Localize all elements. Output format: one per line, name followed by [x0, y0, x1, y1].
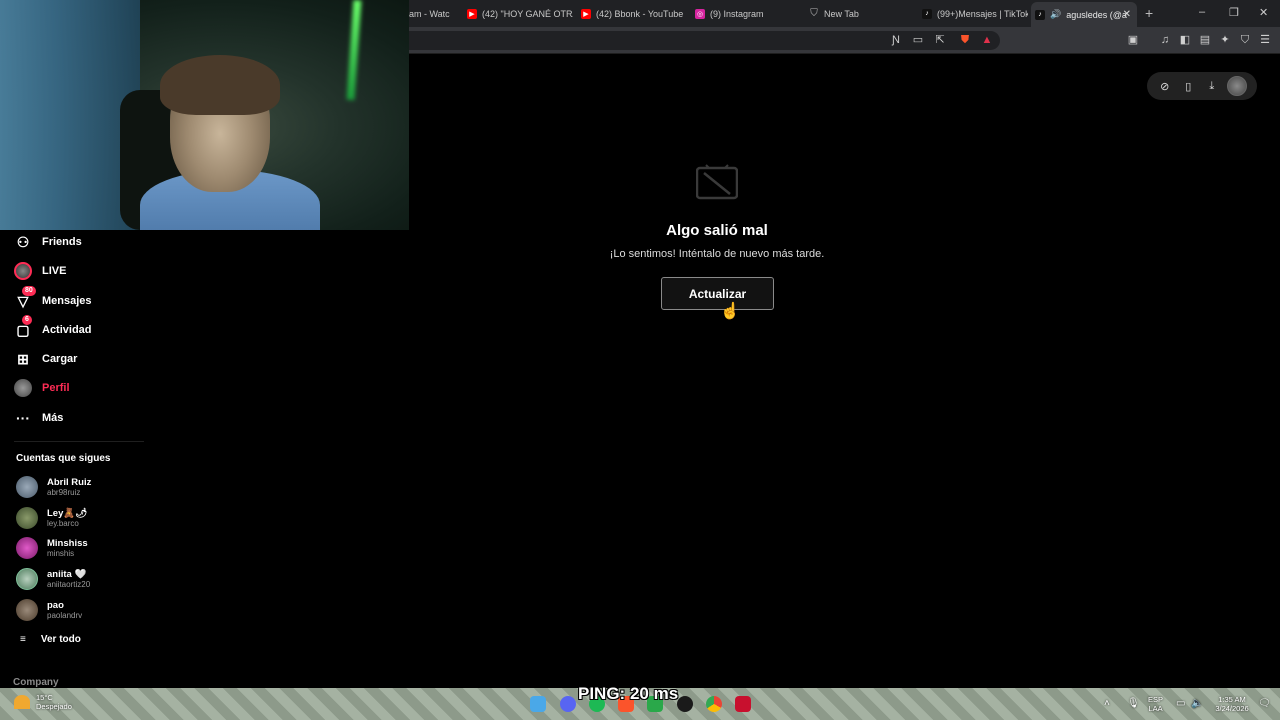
obs-icon[interactable]	[677, 696, 693, 712]
weather-sun-icon	[14, 695, 30, 709]
live-icon	[14, 262, 32, 280]
brave-rewards-icon[interactable]: ▲	[980, 33, 994, 47]
nav-profile[interactable]: Perfil	[14, 377, 70, 399]
following-title: Cuentas que sigues	[16, 453, 111, 464]
vpn-icon[interactable]: ⛉	[1238, 33, 1252, 47]
notifications-icon[interactable]: 🗨	[1258, 698, 1271, 709]
share-icon[interactable]: ⇱	[933, 33, 947, 47]
language-indicator[interactable]: ESP LAA	[1148, 695, 1163, 713]
youtube-icon: ▶	[581, 8, 591, 19]
screen: { "browser": { "tabs": [ {"title": "am -…	[0, 0, 1280, 720]
webcam-green-light	[346, 0, 362, 101]
volume-icon[interactable]: 🔈	[1191, 698, 1203, 709]
activity-badge: 6	[22, 315, 32, 325]
sidebar-divider	[14, 441, 144, 442]
hand-cursor-icon: ☝	[720, 303, 740, 320]
company-link[interactable]: Company	[13, 677, 59, 688]
webcam-overlay	[0, 0, 409, 230]
sidebar-toggle-icon[interactable]: ▣	[1126, 33, 1140, 47]
friends-icon: ⚇	[16, 233, 30, 250]
avatar	[16, 599, 38, 621]
nav-upload[interactable]: ⊞ Cargar	[14, 348, 77, 370]
refresh-button[interactable]: Actualizar	[661, 277, 774, 310]
activity-icon: ▢ 6	[14, 315, 32, 339]
chrome-icon[interactable]	[706, 696, 722, 712]
following-account[interactable]: Abril Ruiz abr98ruiz	[16, 474, 91, 500]
tab-youtube-2[interactable]: ▶ (42) Bbonk - YouTube	[577, 0, 687, 27]
webcam-person-hair	[160, 55, 280, 115]
more-icon: ···	[16, 410, 30, 426]
wallet-icon[interactable]: ▤	[1198, 33, 1212, 47]
tiktok-icon: ♪	[1035, 9, 1045, 20]
tab-tiktok-profile[interactable]: ♪ 🔊 agusledes (@a ✕	[1031, 2, 1137, 27]
address-field[interactable]: l	[400, 31, 1000, 50]
tiktok-header-actions: ⊘ ▯ ⤓	[1147, 72, 1257, 100]
nav-activity[interactable]: ▢ 6 Actividad	[14, 315, 92, 341]
broken-tv-icon	[696, 164, 738, 200]
messages-icon: ▽ 80	[14, 286, 36, 310]
nav-friends[interactable]: ⚇ Friends	[14, 231, 82, 253]
maximize-button[interactable]: ❐	[1229, 6, 1239, 19]
coins-icon[interactable]: ⊘	[1157, 80, 1173, 93]
list-icon: ≡	[20, 634, 26, 645]
clock[interactable]: 1:35 AM 3/24/2026	[1210, 695, 1254, 713]
get-app-icon[interactable]: ▯	[1180, 80, 1196, 93]
tab-tiktok-messages[interactable]: ♪ (99+)Mensajes | TikTok	[918, 0, 1028, 27]
tab-watch[interactable]: am - Watc	[405, 0, 460, 27]
error-subtitle: ¡Lo sentimos! Inténtalo de nuevo más tar…	[609, 248, 825, 260]
nav-live[interactable]: LIVE	[14, 260, 66, 282]
discord-icon[interactable]	[560, 696, 576, 712]
close-window-button[interactable]: ✕	[1259, 6, 1268, 19]
cast-icon[interactable]: ▭	[911, 33, 925, 47]
tab-youtube-1[interactable]: ▶ (42) "HOY GANÉ OTRA	[463, 0, 573, 27]
youtube-icon: ▶	[467, 8, 477, 19]
minimize-button[interactable]: –	[1199, 6, 1205, 18]
brave-shields-icon[interactable]: ⛊	[958, 33, 972, 47]
game-icon[interactable]	[735, 696, 751, 712]
audio-icon: 🔊	[1050, 9, 1062, 19]
instagram-icon: ◎	[695, 8, 705, 19]
menu-icon[interactable]: ☰	[1258, 33, 1272, 47]
reading-list-icon[interactable]: ◧	[1178, 33, 1192, 47]
following-account[interactable]: Ley🧸🌶 ley.barco	[16, 505, 87, 531]
avatar	[16, 507, 38, 529]
microphone-icon[interactable]: 🎙	[1127, 698, 1140, 709]
ping-overlay: PING: 20 ms	[578, 684, 679, 703]
profile-avatar	[14, 379, 32, 397]
brave-shield-icon: ⛉	[810, 8, 818, 19]
user-avatar[interactable]	[1227, 76, 1248, 96]
avatar	[16, 537, 38, 559]
avatar	[16, 568, 38, 590]
close-tab-icon[interactable]: ✕	[1123, 9, 1131, 20]
leo-ai-icon[interactable]: ✦	[1218, 33, 1232, 47]
webcam-window-light	[0, 0, 140, 230]
media-icon[interactable]: ♫	[1158, 33, 1172, 47]
reader-mode-icon[interactable]: Ɲ	[889, 33, 903, 47]
network-icon[interactable]: ▭	[1176, 698, 1185, 709]
following-account[interactable]: pao paolandrv	[16, 597, 82, 623]
start-icon[interactable]	[530, 696, 546, 712]
messages-badge: 80	[22, 286, 36, 296]
tab-new-tab[interactable]: ⛉ New Tab	[805, 0, 915, 27]
following-account[interactable]: aniita 🤍 aniitaortiz20	[16, 566, 90, 592]
error-title: Algo salió mal	[666, 222, 768, 239]
nav-messages[interactable]: ▽ 80 Mensajes	[14, 286, 92, 312]
tab-instagram[interactable]: ◎ (9) Instagram	[691, 0, 801, 27]
tiktok-icon: ♪	[922, 8, 932, 19]
avatar	[16, 476, 38, 498]
new-tab-button[interactable]: +	[1145, 5, 1153, 21]
see-all-link[interactable]: ≡ Ver todo	[20, 634, 81, 645]
upload-icon: ⊞	[17, 350, 29, 367]
nav-more[interactable]: ··· Más	[14, 407, 63, 429]
tray-expand-icon[interactable]: ˄	[1104, 698, 1110, 709]
download-icon[interactable]: ⤓	[1204, 80, 1220, 93]
weather-widget[interactable]: 15°C Despejado	[14, 693, 72, 711]
following-account[interactable]: Minshiss minshis	[16, 535, 88, 561]
